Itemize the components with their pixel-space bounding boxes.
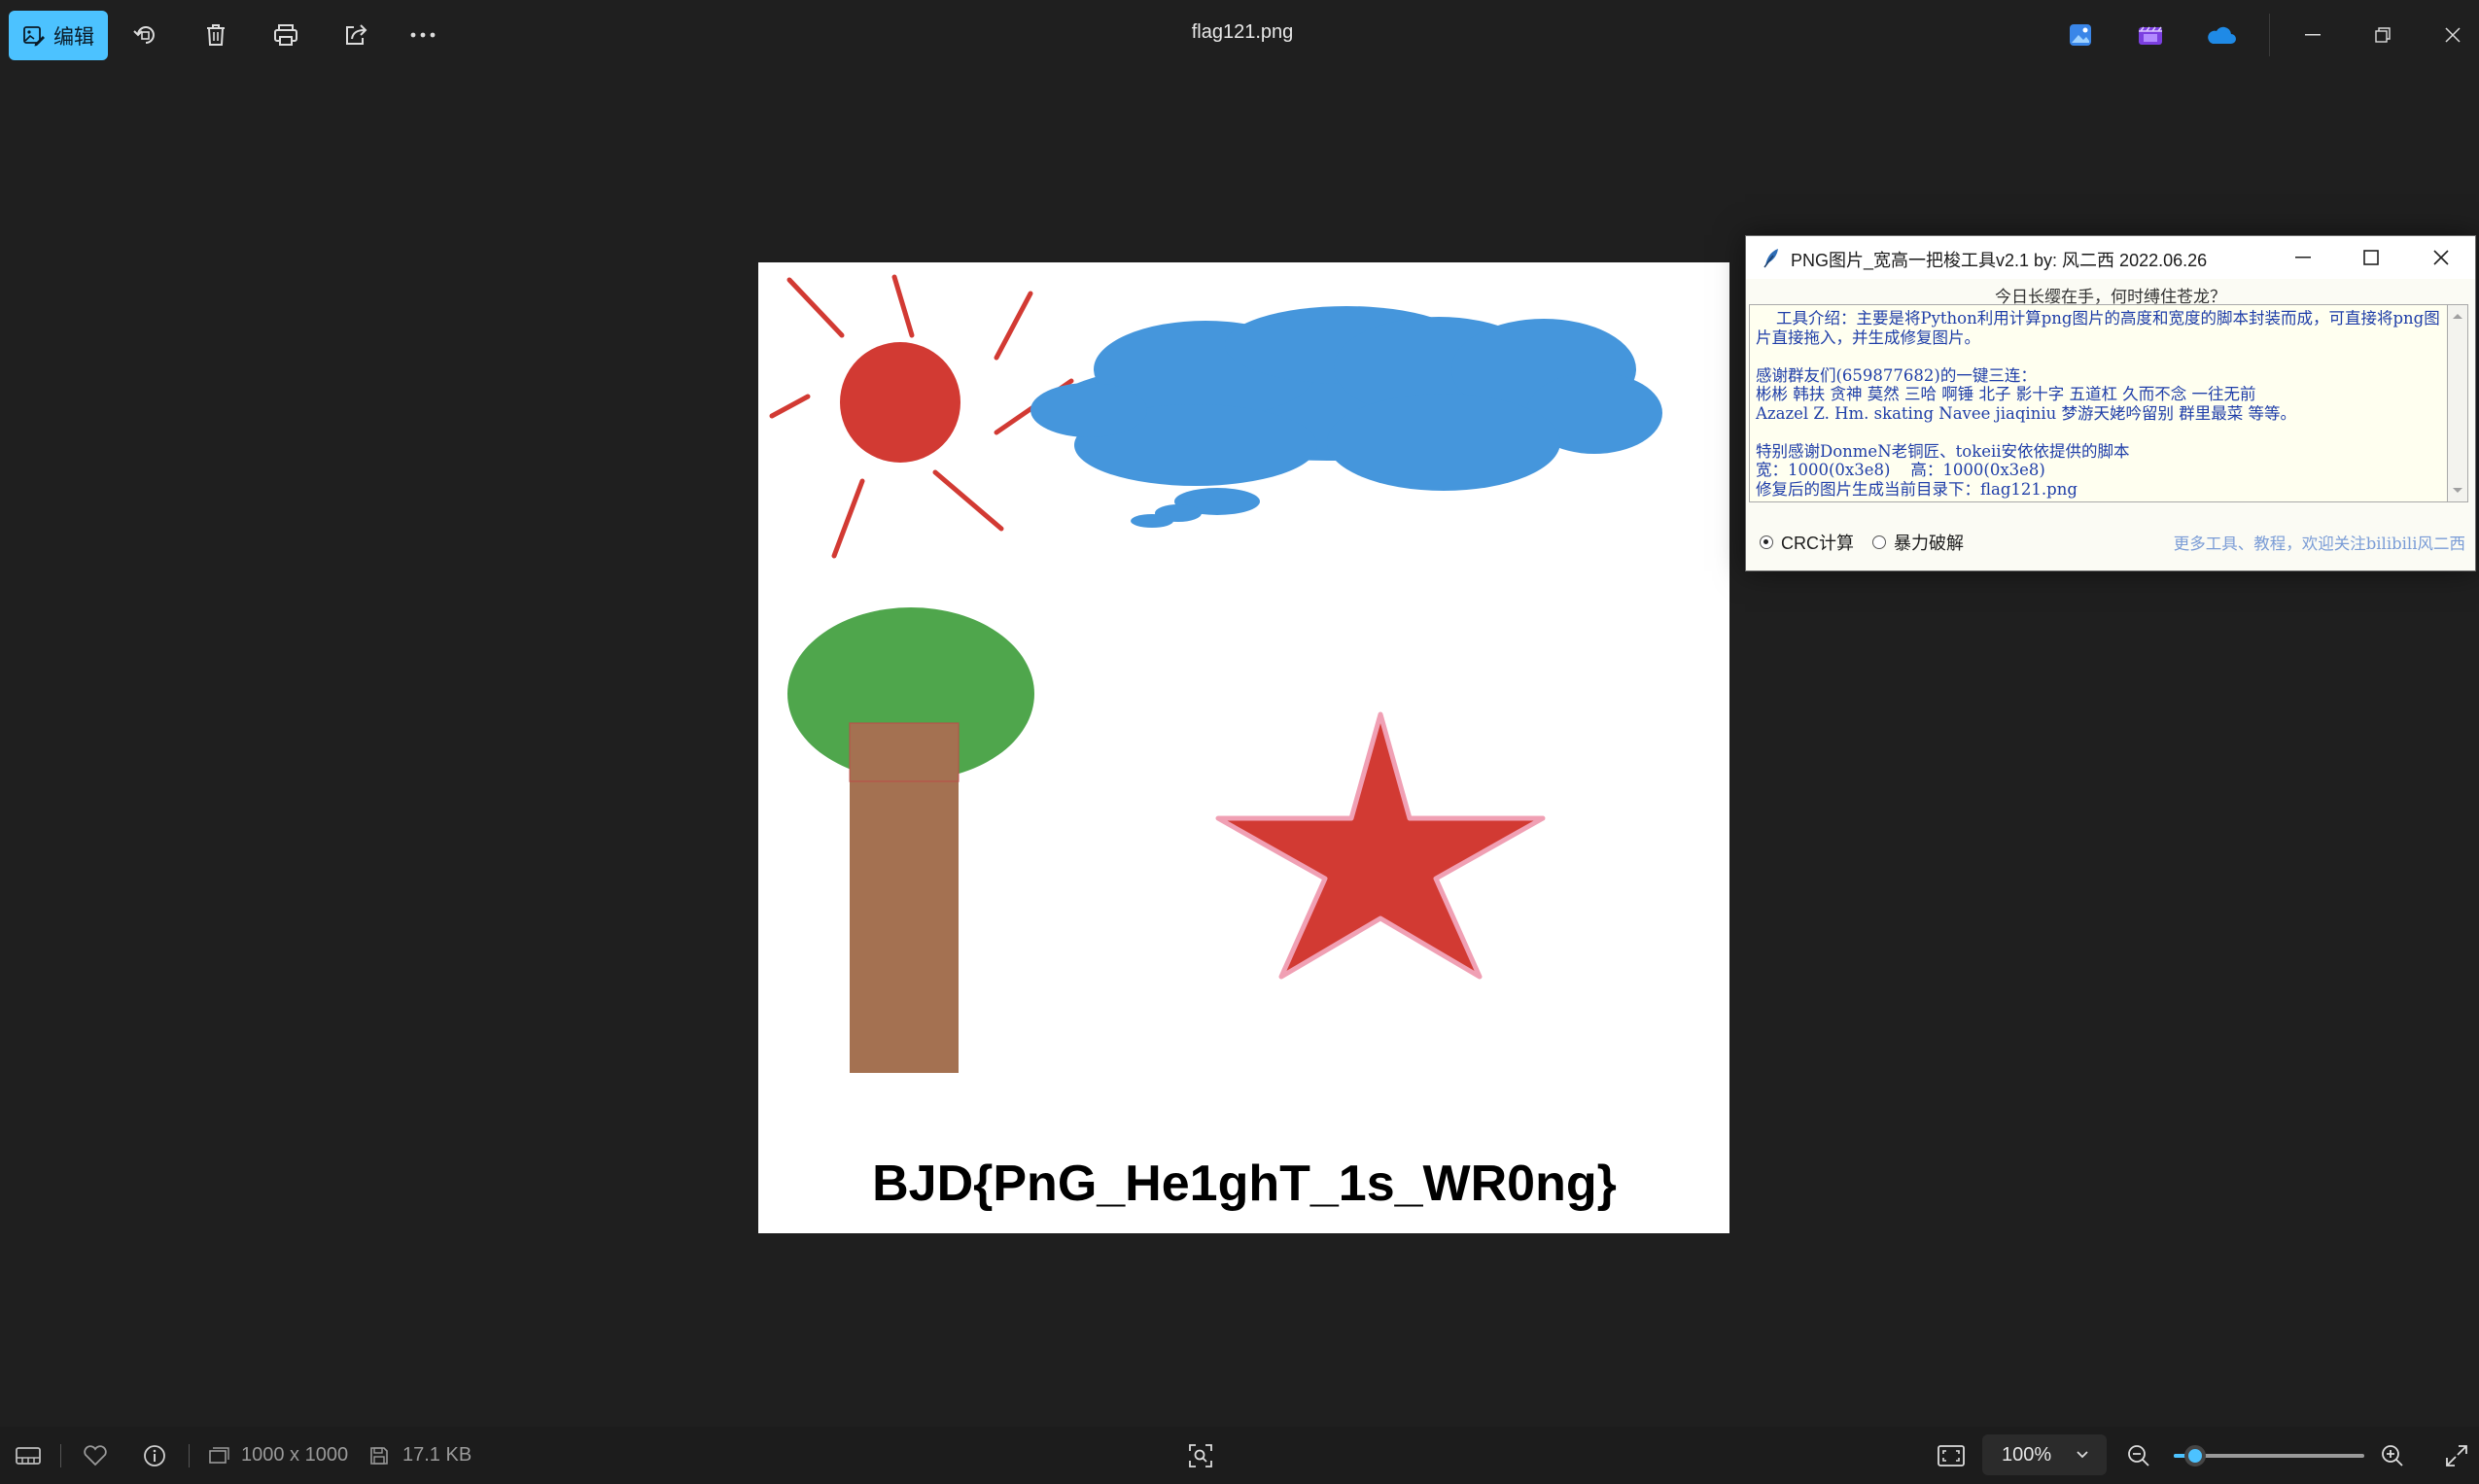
photo-editor-app-button[interactable] [2055, 10, 2106, 60]
dimensions-icon [209, 1446, 229, 1464]
zoom-slider-thumb[interactable] [2183, 1445, 2206, 1467]
radio-unselected-icon [1872, 535, 1886, 549]
zoom-slider[interactable] [2174, 1445, 2364, 1467]
image-dimensions: 1000 x 1000 [208, 1427, 348, 1484]
promo-link[interactable]: 更多工具、教程，欢迎关注bilibili风二西 [2174, 531, 2465, 554]
tool-options-row: CRC计算 暴力破解 更多工具、教程，欢迎关注bilibili风二西 [1746, 526, 2475, 555]
minimize-icon [2305, 34, 2321, 36]
sun [769, 274, 1074, 559]
crc-radio-label: CRC计算 [1781, 534, 1854, 553]
restore-button[interactable] [2349, 12, 2417, 58]
clipchamp-icon [2139, 26, 2162, 45]
fit-screen-icon [1938, 1444, 1965, 1467]
intro-text: 工具介绍：主要是将Python利用计算png图片的高度和宽度的脚本封装而成，可直… [1756, 309, 2440, 347]
thanks-heading: 感谢群友们(659877682)的一键三连： [1756, 365, 2037, 385]
tree [787, 607, 1034, 1073]
zoom-level-dropdown[interactable]: 100% [1982, 1434, 2107, 1475]
tool-maximize-button[interactable] [2337, 236, 2405, 279]
file-size: 17.1 KB [369, 1427, 471, 1484]
status-divider [189, 1444, 190, 1467]
favorite-button[interactable] [83, 1427, 108, 1484]
info-icon [144, 1444, 165, 1467]
scroll-up-icon [2453, 314, 2462, 319]
thanks-names-line-2: Azazel Z. Hm. skating Navee jiaqiniu 梦游天… [1756, 403, 2296, 423]
top-toolbar: 编辑 flag121.png [0, 0, 2479, 70]
expand-icon [2446, 1444, 2467, 1467]
fullscreen-button[interactable] [2445, 1427, 2468, 1484]
zoom-in-icon [2382, 1444, 2403, 1467]
heart-icon [84, 1444, 107, 1466]
cloud-icon [2208, 26, 2236, 44]
brute-force-radio-label: 暴力破解 [1894, 534, 1964, 553]
filmstrip-icon [16, 1446, 41, 1465]
info-scrollbar[interactable] [2447, 304, 2468, 502]
dimensions-value: 1000 x 1000 [241, 1444, 349, 1466]
maximize-icon [2363, 250, 2379, 265]
zoom-level-value: 100% [2002, 1443, 2052, 1466]
zoom-in-button[interactable] [2380, 1427, 2405, 1484]
zoom-out-icon [2128, 1444, 2149, 1467]
fit-to-window-button[interactable] [1938, 1427, 1965, 1484]
info-text-area[interactable]: 工具介绍：主要是将Python利用计算png图片的高度和宽度的脚本封装而成，可直… [1749, 304, 2447, 502]
png-tool-window: PNG图片_宽高一把梭工具v2.1 by: 风二西 2022.06.26 今日长… [1745, 235, 2476, 571]
cloud [1030, 306, 1662, 528]
thanks-names-line-1: 彬彬 韩扶 贪神 莫然 三哈 啊锤 北子 影十字 五道杠 久而不念 一往无前 [1756, 385, 2256, 403]
status-bar: 1000 x 1000 17.1 KB 100% [0, 1427, 2479, 1484]
tool-close-button[interactable] [2407, 236, 2475, 279]
scroll-down-icon [2453, 488, 2462, 493]
tool-minimize-button[interactable] [2269, 236, 2337, 279]
special-thanks-text: 特别感谢DonmeN老铜匠、tokeii安依依提供的脚本 [1756, 441, 2130, 461]
output-path-text: 修复后的图片生成当前目录下：flag121.png [1756, 479, 2077, 499]
toolbar-divider [2269, 14, 2270, 56]
crc-radio[interactable]: CRC计算 [1760, 530, 1854, 555]
photo-app-icon [2070, 24, 2091, 46]
chevron-down-icon [2077, 1451, 2088, 1459]
restore-icon [2375, 27, 2391, 43]
image-canvas[interactable]: BJD{PnG_He1ghT_1s_WR0ng} [758, 262, 1729, 1233]
minimize-icon [2295, 257, 2311, 259]
visual-search-icon [1189, 1443, 1212, 1467]
drawing [769, 274, 1662, 1073]
feather-icon [1763, 249, 1778, 268]
dimensions-text: 宽：1000(0x3e8) 高：1000(0x3e8) [1756, 461, 2045, 479]
close-icon [2445, 27, 2461, 43]
save-disk-icon [370, 1446, 388, 1465]
tool-title-bar[interactable]: PNG图片_宽高一把梭工具v2.1 by: 风二西 2022.06.26 [1746, 236, 2475, 279]
file-size-value: 17.1 KB [402, 1444, 472, 1466]
star [1215, 711, 1546, 980]
file-title: flag121.png [1191, 21, 1294, 43]
video-editor-app-button[interactable] [2125, 10, 2176, 60]
onedrive-button[interactable] [2195, 10, 2246, 60]
radio-selected-icon [1760, 535, 1773, 549]
filmstrip-button[interactable] [16, 1427, 41, 1484]
close-button[interactable] [2419, 12, 2479, 58]
brute-force-radio[interactable]: 暴力破解 [1872, 530, 1964, 555]
close-icon [2433, 250, 2449, 265]
tool-window-title: PNG图片_宽高一把梭工具v2.1 by: 风二西 2022.06.26 [1791, 251, 2208, 270]
zoom-out-button[interactable] [2126, 1427, 2151, 1484]
visual-search-button[interactable] [1188, 1427, 1213, 1484]
minimize-button[interactable] [2279, 12, 2347, 58]
info-button[interactable] [143, 1427, 166, 1484]
flag-text: BJD{PnG_He1ghT_1s_WR0ng} [872, 1156, 1617, 1212]
status-divider [60, 1444, 61, 1467]
